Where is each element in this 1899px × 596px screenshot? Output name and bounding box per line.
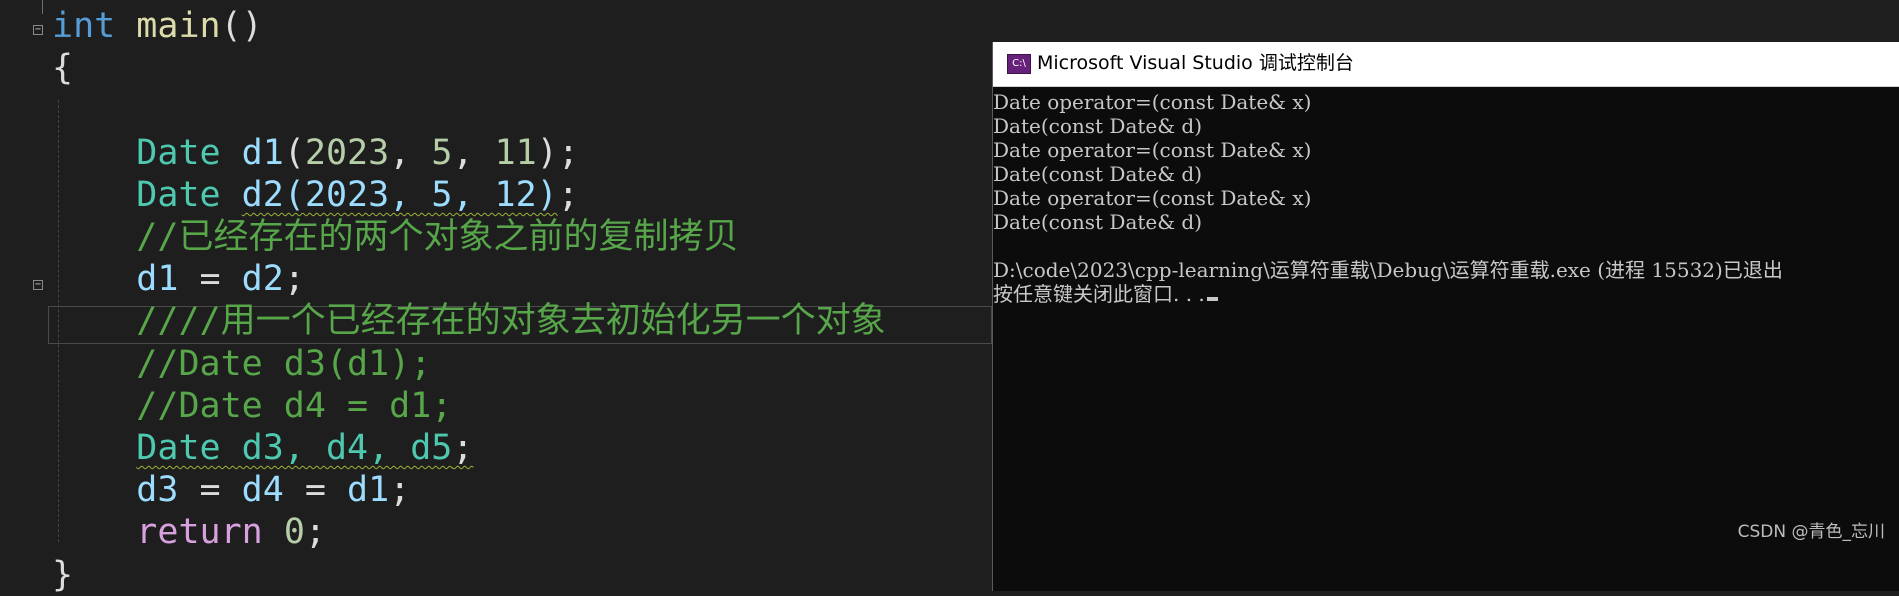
fold-collapse-icon[interactable]: −	[33, 25, 43, 35]
fold-collapse-icon[interactable]: −	[33, 280, 43, 290]
code-line-assign-d1[interactable]: d1 = d2;	[52, 258, 305, 300]
code-line-comment-d4[interactable]: //Date d4 = d1;	[52, 385, 452, 427]
code-token: 5	[431, 132, 453, 173]
console-output-line: Date operator=(const Date& x)	[993, 90, 1312, 114]
console-output-line: Date(const Date& d)	[993, 114, 1203, 138]
console-titlebar[interactable]: C:\ Microsoft Visual Studio 调试控制台	[993, 42, 1899, 87]
code-token: }	[52, 554, 74, 595]
code-line-return[interactable]: return 0;	[52, 511, 326, 553]
console-output-line: D:\code\2023\cpp-learning\运算符重载\Debug\运算…	[993, 258, 1783, 282]
console-app-icon: C:\	[1007, 54, 1031, 74]
code-token: return	[136, 512, 263, 553]
code-token: d1	[241, 132, 284, 173]
code-line-main-signature[interactable]: int main()	[52, 5, 263, 47]
code-token: //Date d4 = d1;	[136, 385, 453, 426]
code-token: );	[536, 132, 579, 173]
code-token: d1	[347, 470, 390, 511]
gutter-line	[42, 0, 43, 14]
code-token: d2(2023, 5, 12)	[241, 174, 558, 215]
code-token: d1	[136, 259, 179, 300]
code-token: //已经存在的两个对象之前的复制拷贝	[136, 217, 739, 257]
console-output-line: Date(const Date& d)	[993, 210, 1203, 234]
code-line-comment-copy-init[interactable]: ////用一个已经存在的对象去初始化另一个对象	[52, 300, 886, 342]
code-token: =	[178, 470, 242, 511]
code-line-open-brace[interactable]: {	[52, 47, 73, 89]
code-token: =	[283, 470, 348, 511]
code-token: ;	[452, 428, 474, 468]
debug-console-window[interactable]: C:\ Microsoft Visual Studio 调试控制台 Date o…	[992, 42, 1899, 591]
code-token: ;	[389, 470, 411, 511]
code-line-comment-d3[interactable]: //Date d3(d1);	[52, 343, 431, 385]
code-token: Date d3, d4, d5	[136, 428, 453, 468]
code-token: d2	[241, 259, 284, 300]
console-title: Microsoft Visual Studio 调试控制台	[1037, 52, 1354, 74]
code-line-d1-decl[interactable]: Date d1(2023, 5, 11);	[52, 132, 579, 174]
code-line-close-brace[interactable]: }	[52, 554, 73, 596]
code-token: ;	[557, 174, 579, 215]
code-token: 0	[283, 512, 305, 553]
code-token: int	[52, 6, 116, 46]
code-token: ;	[283, 259, 305, 300]
code-line-comment-copy-assign[interactable]: //已经存在的两个对象之前的复制拷贝	[52, 216, 738, 258]
code-token: //Date d3(d1);	[136, 343, 432, 384]
code-token: Date	[136, 132, 221, 173]
watermark: CSDN @青色_忘川	[1737, 522, 1885, 542]
console-output-line: Date operator=(const Date& x)	[993, 186, 1312, 210]
code-token: =	[178, 259, 242, 300]
code-line-d3-d4-d5-decl[interactable]: Date d3, d4, d5;	[52, 427, 473, 469]
code-line-d2-decl[interactable]: Date d2(2023, 5, 12);	[52, 174, 579, 216]
code-token: Date	[136, 174, 221, 215]
code-token: {	[52, 48, 74, 89]
code-token: ,	[452, 132, 495, 173]
text-cursor	[1206, 297, 1218, 301]
code-token: 11	[494, 132, 537, 173]
code-token: ////用一个已经存在的对象去初始化另一个对象	[136, 301, 886, 342]
code-token: ;	[304, 512, 326, 553]
code-token: (	[283, 132, 305, 173]
code-line-chain-assign[interactable]: d3 = d4 = d1;	[52, 469, 410, 511]
console-output-line: Date(const Date& d)	[993, 162, 1203, 186]
console-output-line: Date operator=(const Date& x)	[993, 138, 1312, 162]
code-token: ()	[220, 6, 263, 46]
code-token: 2023	[304, 132, 390, 173]
code-token: ,	[389, 132, 432, 173]
console-output-line: 按任意键关闭此窗口. . .	[993, 282, 1218, 306]
code-token: main	[136, 6, 221, 46]
code-token: d4	[241, 470, 284, 511]
code-token: d3	[136, 470, 179, 511]
console-output[interactable]: Date operator=(const Date& x) Date(const …	[993, 86, 1899, 591]
